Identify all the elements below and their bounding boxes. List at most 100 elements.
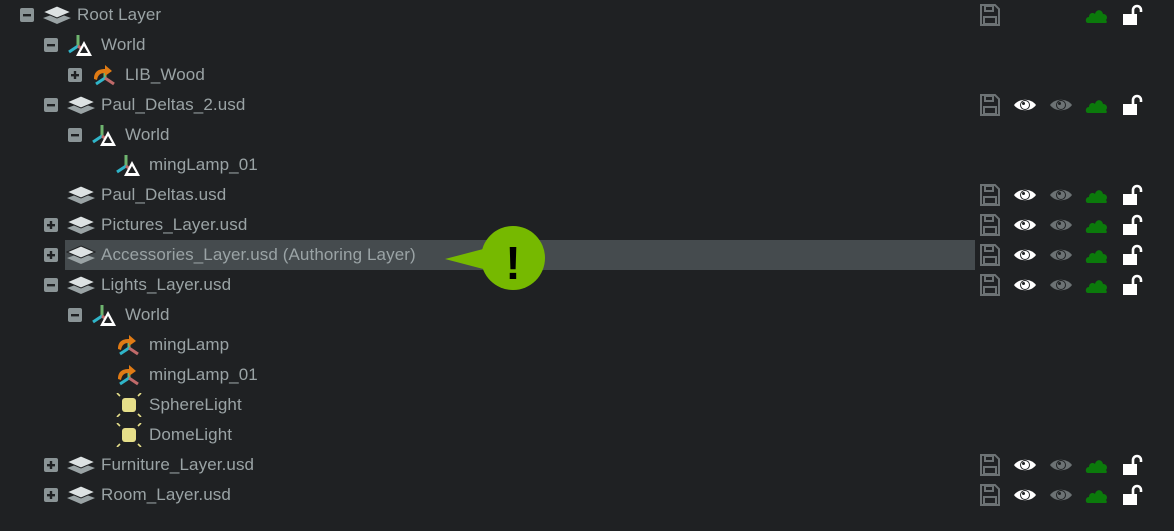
- xform-icon: [66, 33, 96, 57]
- cloud-icon[interactable]: [1085, 184, 1109, 206]
- save-icon[interactable]: [978, 274, 1002, 296]
- layers-icon: [41, 3, 73, 27]
- visibility-eye-icon[interactable]: [1013, 454, 1037, 476]
- layers-icon: [65, 93, 97, 117]
- layers-icon: [65, 183, 97, 207]
- unlock-icon[interactable]: [1121, 484, 1145, 506]
- save-icon[interactable]: [978, 94, 1002, 116]
- prim-row[interactable]: SphereLight: [0, 390, 1174, 420]
- prim-row[interactable]: mingLamp_01: [0, 150, 1174, 180]
- layer-row[interactable]: Accessories_Layer.usd (Authoring Layer): [0, 240, 1174, 270]
- visibility-eye-icon[interactable]: [1013, 274, 1037, 296]
- solo-eye-icon[interactable]: [1049, 484, 1073, 506]
- row-label: World: [125, 125, 170, 144]
- save-icon[interactable]: [978, 484, 1002, 506]
- visibility-eye-icon[interactable]: [1013, 184, 1037, 206]
- save-icon[interactable]: [978, 184, 1002, 206]
- layer-row[interactable]: Paul_Deltas.usd: [0, 180, 1174, 210]
- unlock-icon[interactable]: [1121, 274, 1145, 296]
- row-label: mingLamp_01: [149, 365, 258, 384]
- row-label: Accessories_Layer.usd (Authoring Layer): [101, 245, 416, 264]
- collapse-icon[interactable]: [44, 38, 58, 52]
- prim-row[interactable]: LIB_Wood: [0, 60, 1174, 90]
- visibility-eye-icon[interactable]: [1013, 214, 1037, 236]
- row-label: Furniture_Layer.usd: [101, 455, 255, 474]
- collapse-icon[interactable]: [20, 8, 34, 22]
- row-label: Lights_Layer.usd: [101, 275, 232, 294]
- layers-icon: [65, 483, 97, 507]
- solo-eye-icon[interactable]: [1049, 244, 1073, 266]
- cloud-icon[interactable]: [1085, 94, 1109, 116]
- save-icon[interactable]: [978, 214, 1002, 236]
- solo-eye-icon[interactable]: [1049, 94, 1073, 116]
- layers-icon: [65, 273, 97, 297]
- row-label: LIB_Wood: [125, 65, 205, 84]
- expand-icon[interactable]: [68, 68, 82, 82]
- row-label: Paul_Deltas_2.usd: [101, 95, 246, 114]
- prim-row[interactable]: DomeLight: [0, 420, 1174, 450]
- row-label: Paul_Deltas.usd: [101, 185, 227, 204]
- solo-eye-icon[interactable]: [1049, 454, 1073, 476]
- layer-row[interactable]: Root Layer: [0, 0, 1174, 30]
- xform-icon: [90, 123, 120, 147]
- save-icon[interactable]: [978, 4, 1002, 26]
- unlock-icon[interactable]: [1121, 244, 1145, 266]
- prim-row[interactable]: mingLamp: [0, 330, 1174, 360]
- visibility-eye-icon[interactable]: [1013, 484, 1037, 506]
- layer-row[interactable]: Lights_Layer.usd: [0, 270, 1174, 300]
- visibility-eye-icon[interactable]: [1013, 244, 1037, 266]
- row-label: SphereLight: [149, 395, 242, 414]
- authoring-layer-callout: !: [445, 226, 547, 292]
- cloud-icon[interactable]: [1085, 4, 1109, 26]
- collapse-icon[interactable]: [44, 278, 58, 292]
- layer-row[interactable]: Room_Layer.usd: [0, 480, 1174, 510]
- reference-icon: [114, 363, 144, 387]
- reference-icon: [114, 333, 144, 357]
- collapse-icon[interactable]: [68, 128, 82, 142]
- prim-row[interactable]: mingLamp_01: [0, 360, 1174, 390]
- expand-icon[interactable]: [44, 218, 58, 232]
- layer-row[interactable]: Paul_Deltas_2.usd: [0, 90, 1174, 120]
- visibility-eye-icon[interactable]: [1013, 94, 1037, 116]
- row-label: Root Layer: [77, 5, 162, 24]
- save-icon[interactable]: [978, 454, 1002, 476]
- unlock-icon[interactable]: [1121, 4, 1145, 26]
- row-label: World: [125, 305, 170, 324]
- row-label: World: [101, 35, 146, 54]
- row-label: Pictures_Layer.usd: [101, 215, 248, 234]
- expand-icon[interactable]: [44, 248, 58, 262]
- unlock-icon[interactable]: [1121, 214, 1145, 236]
- reference-icon: [90, 63, 120, 87]
- layers-icon: [65, 243, 97, 267]
- prim-row[interactable]: World: [0, 30, 1174, 60]
- xform-icon: [114, 153, 144, 177]
- prim-row[interactable]: World: [0, 300, 1174, 330]
- xform-icon: [90, 303, 120, 327]
- collapse-icon[interactable]: [44, 98, 58, 112]
- expand-icon[interactable]: [44, 458, 58, 472]
- layer-row[interactable]: Furniture_Layer.usd: [0, 450, 1174, 480]
- unlock-icon[interactable]: [1121, 184, 1145, 206]
- solo-eye-icon[interactable]: [1049, 214, 1073, 236]
- warning-callout-icon: !: [445, 226, 545, 290]
- cloud-icon[interactable]: [1085, 274, 1109, 296]
- expand-icon[interactable]: [44, 488, 58, 502]
- solo-eye-icon[interactable]: [1049, 274, 1073, 296]
- collapse-icon[interactable]: [68, 308, 82, 322]
- unlock-icon[interactable]: [1121, 454, 1145, 476]
- cloud-icon[interactable]: [1085, 484, 1109, 506]
- layer-row[interactable]: Pictures_Layer.usd: [0, 210, 1174, 240]
- layers-icon: [65, 453, 97, 477]
- unlock-icon[interactable]: [1121, 94, 1145, 116]
- layers-icon: [65, 213, 97, 237]
- cloud-icon[interactable]: [1085, 244, 1109, 266]
- light-icon: [114, 392, 144, 418]
- prim-row[interactable]: World: [0, 120, 1174, 150]
- solo-eye-icon[interactable]: [1049, 184, 1073, 206]
- row-label: mingLamp_01: [149, 155, 258, 174]
- callout-text: !: [505, 237, 520, 289]
- cloud-icon[interactable]: [1085, 214, 1109, 236]
- row-label: DomeLight: [149, 425, 233, 444]
- save-icon[interactable]: [978, 244, 1002, 266]
- cloud-icon[interactable]: [1085, 454, 1109, 476]
